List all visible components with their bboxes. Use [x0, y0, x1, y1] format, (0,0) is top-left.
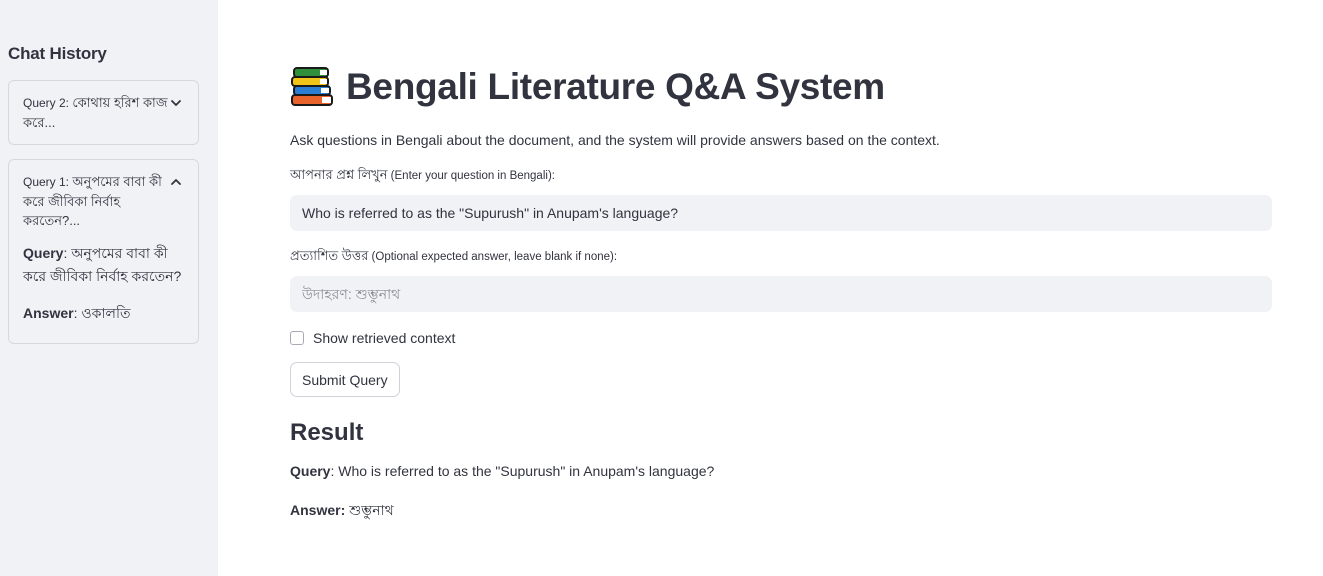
expected-answer-input[interactable] — [290, 276, 1272, 312]
result-answer-line: Answer: শুম্ভুনাথ — [290, 499, 1272, 523]
history-item-query-2[interactable]: Query 2: কোথায় হরিশ কাজ করে... — [8, 80, 199, 145]
result-query-label: Query — [290, 463, 331, 479]
expected-label-hint: (Optional expected answer, leave blank i… — [368, 251, 618, 263]
result-query-line: Query: Who is referred to as the "Supuru… — [290, 463, 1272, 479]
expected-label-bengali: প্রত্যাশিত উত্তর — [290, 248, 369, 263]
query-prefix: Query 2: — [23, 96, 73, 110]
expected-answer-label: প্রত্যাশিত উত্তর (Optional expected answ… — [290, 247, 1272, 268]
title-row: Bengali Literature Q&A System — [290, 66, 1272, 108]
page-description: Ask questions in Bengali about the docum… — [290, 132, 940, 148]
page-title: Bengali Literature Q&A System — [346, 66, 885, 107]
history-item-title: Query 1: অনুপমের বাবা কী করে জীবিকা নির্… — [23, 172, 168, 230]
question-label-hint: (Enter your question in Bengali): — [387, 170, 555, 182]
question-field-label: আপনার প্রশ্ন লিখুন (Enter your question … — [290, 166, 1272, 187]
question-input[interactable] — [290, 195, 1272, 231]
result-answer-text: শুম্ভুনাথ — [345, 502, 394, 518]
show-context-checkbox[interactable] — [290, 331, 304, 345]
show-context-row[interactable]: Show retrieved context — [290, 330, 1272, 346]
history-item-header[interactable]: Query 1: অনুপমের বাবা কী করে জীবিকা নির্… — [9, 160, 198, 242]
history-item-title: Query 2: কোথায় হরিশ কাজ করে... — [23, 93, 168, 132]
history-query-row: Query: অনুপমের বাবা কী করে জীবিকা নির্বা… — [23, 242, 184, 288]
sidebar: Chat History Query 2: কোথায় হরিশ কাজ কর… — [0, 0, 218, 576]
history-item-header[interactable]: Query 2: কোথায় হরিশ কাজ করে... — [9, 81, 198, 144]
chat-history-heading: Chat History — [8, 44, 107, 63]
history-answer-text: : ওকালতি — [73, 305, 131, 321]
chevron-up-icon[interactable] — [168, 174, 184, 190]
show-context-label[interactable]: Show retrieved context — [313, 330, 455, 346]
history-item-query-1[interactable]: Query 1: অনুপমের বাবা কী করে জীবিকা নির্… — [8, 159, 199, 344]
history-answer-row: Answer: ওকালতি — [23, 302, 184, 325]
query-prefix: Query 1: — [23, 175, 73, 189]
result-answer-label: Answer: — [290, 502, 346, 518]
history-answer-label: Answer — [23, 305, 74, 321]
result-heading: Result — [290, 419, 364, 446]
chevron-down-icon[interactable] — [168, 95, 184, 111]
question-label-bengali: আপনার প্রশ্ন লিখুন — [290, 167, 388, 182]
app-root: Chat History Query 2: কোথায় হরিশ কাজ কর… — [0, 0, 1323, 576]
main-content: Bengali Literature Q&A System Ask questi… — [218, 0, 1323, 576]
history-item-body: Query: অনুপমের বাবা কী করে জীবিকা নির্বা… — [9, 242, 198, 343]
result-query-text: : Who is referred to as the "Supurush" i… — [330, 463, 715, 479]
history-query-label: Query — [23, 245, 64, 261]
books-icon — [291, 67, 333, 106]
submit-query-button[interactable]: Submit Query — [290, 362, 400, 397]
